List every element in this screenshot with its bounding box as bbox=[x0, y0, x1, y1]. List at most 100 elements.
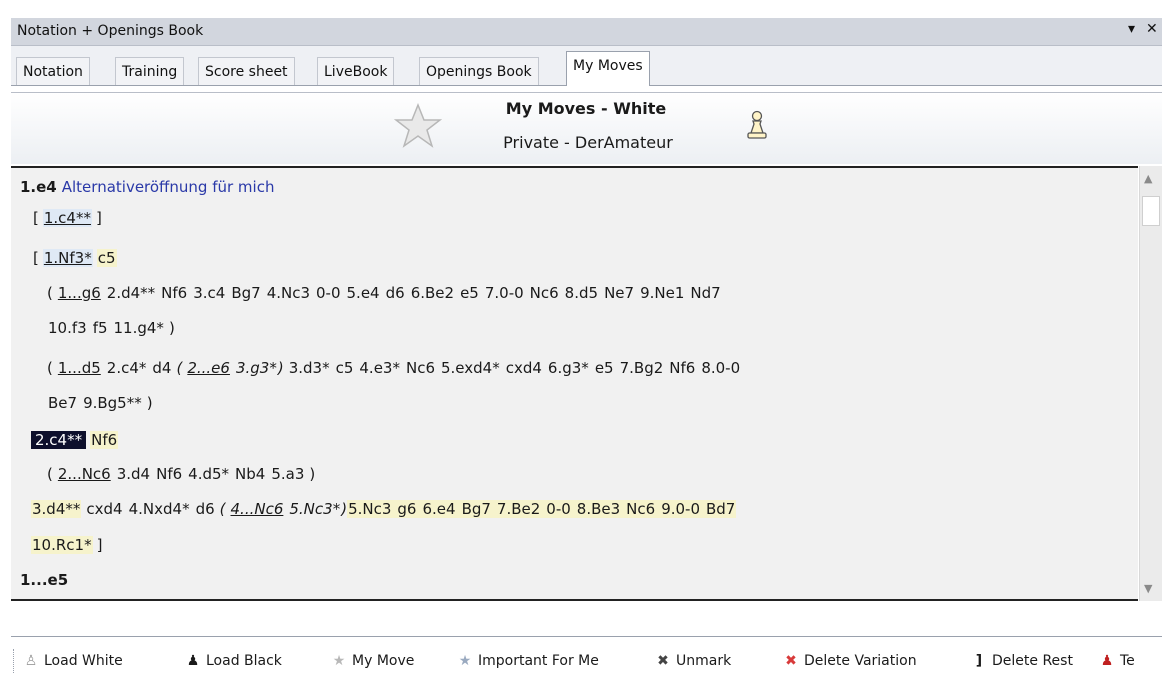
move[interactable]: 4...Nc6 bbox=[230, 500, 285, 518]
move[interactable]: 4.Nc3 bbox=[266, 284, 311, 302]
load-white-button[interactable]: ♙ Load White bbox=[23, 651, 123, 671]
move[interactable]: 3.g3* bbox=[235, 359, 278, 377]
move[interactable]: c5 bbox=[335, 359, 355, 377]
current-move[interactable]: 2.c4** bbox=[31, 431, 87, 449]
tab-openings-book[interactable]: Openings Book bbox=[419, 57, 539, 85]
move[interactable]: e5 bbox=[459, 284, 480, 302]
scroll-thumb[interactable] bbox=[1142, 196, 1160, 226]
move[interactable]: 1...d5 bbox=[57, 359, 102, 377]
move[interactable]: Nf6 bbox=[668, 359, 696, 377]
move[interactable]: Nb4 bbox=[234, 465, 266, 483]
move[interactable]: 1.Nf3* bbox=[42, 249, 93, 267]
move[interactable]: 5.a3 bbox=[270, 465, 305, 483]
button-label: Delete Variation bbox=[804, 653, 917, 669]
move[interactable]: 2...e6 bbox=[186, 359, 231, 377]
tab-notation[interactable]: Notation bbox=[16, 57, 90, 85]
move[interactable]: cxd4 bbox=[85, 500, 123, 518]
notation-scrollbar[interactable]: ▲ ▼ bbox=[1139, 166, 1162, 601]
move[interactable]: 8.0-0 bbox=[700, 359, 741, 377]
move[interactable]: 4.e3* bbox=[358, 359, 401, 377]
paren: ( bbox=[219, 500, 226, 518]
move[interactable]: 10.Rc1* bbox=[31, 536, 93, 554]
close-icon[interactable]: ✕ bbox=[1146, 21, 1158, 37]
move[interactable]: 11.g4* bbox=[113, 319, 165, 337]
important-for-me-button[interactable]: ★ Important For Me bbox=[457, 651, 599, 671]
tab-my-moves[interactable]: My Moves bbox=[566, 51, 650, 86]
move[interactable]: cxd4 bbox=[505, 359, 543, 377]
move[interactable]: 7.Be2 bbox=[496, 500, 541, 518]
toolbar-grip[interactable] bbox=[13, 649, 16, 673]
move[interactable]: Nc6 bbox=[405, 359, 436, 377]
move[interactable]: Bg7 bbox=[461, 500, 492, 518]
move[interactable]: 3.d3* bbox=[288, 359, 331, 377]
move[interactable]: 5.e4 bbox=[346, 284, 381, 302]
move[interactable]: 6.Be2 bbox=[410, 284, 455, 302]
move[interactable]: Ne7 bbox=[603, 284, 635, 302]
move[interactable]: 1...e5 bbox=[19, 571, 69, 589]
move[interactable]: 8.Be3 bbox=[576, 500, 621, 518]
move[interactable]: 10.f3 bbox=[47, 319, 88, 337]
move[interactable]: Be7 bbox=[47, 394, 78, 412]
paren: ) bbox=[277, 359, 284, 377]
tab-training[interactable]: Training bbox=[115, 57, 185, 85]
move[interactable]: Nc6 bbox=[529, 284, 560, 302]
move[interactable]: d6 bbox=[385, 284, 406, 302]
move[interactable]: 9.Ne1 bbox=[639, 284, 685, 302]
move[interactable]: 5.Nc3* bbox=[288, 500, 341, 518]
move[interactable]: 6.e4 bbox=[421, 500, 456, 518]
move[interactable]: 1.c4** bbox=[42, 209, 92, 227]
move[interactable]: 5.Nc3 bbox=[347, 500, 392, 518]
move[interactable]: e5 bbox=[594, 359, 615, 377]
move[interactable]: 7.0-0 bbox=[484, 284, 525, 302]
move[interactable]: c5 bbox=[96, 249, 117, 267]
book-subtitle: Private - DerAmateur bbox=[503, 133, 673, 152]
move[interactable]: Nf6 bbox=[155, 465, 183, 483]
move[interactable]: 3.d4 bbox=[116, 465, 151, 483]
move[interactable]: Nc6 bbox=[625, 500, 656, 518]
move[interactable]: d4 bbox=[151, 359, 172, 377]
move[interactable]: 7.Bg2 bbox=[619, 359, 665, 377]
delete-variation-button[interactable]: ✖ Delete Variation bbox=[783, 651, 917, 671]
move[interactable]: 4.Nxd4* bbox=[128, 500, 191, 518]
scroll-up-icon[interactable]: ▲ bbox=[1144, 172, 1152, 185]
move[interactable]: Bd7 bbox=[705, 500, 736, 518]
move[interactable]: 0-0 bbox=[545, 500, 572, 518]
tab-score-sheet[interactable]: Score sheet bbox=[198, 57, 295, 85]
paren: ( bbox=[176, 359, 183, 377]
my-move-button[interactable]: ★ My Move bbox=[331, 651, 415, 671]
button-label: Te bbox=[1120, 653, 1135, 669]
load-black-button[interactable]: ♟ Load Black bbox=[185, 651, 282, 671]
button-label: Load White bbox=[44, 653, 123, 669]
move[interactable]: 2.d4** bbox=[106, 284, 156, 302]
move[interactable]: Nf6 bbox=[90, 431, 119, 449]
move[interactable]: f5 bbox=[92, 319, 109, 337]
unmark-button[interactable]: ✖ Unmark bbox=[655, 651, 731, 671]
move[interactable]: 3.d4** bbox=[31, 500, 82, 518]
move[interactable]: 3.c4 bbox=[192, 284, 226, 302]
move[interactable]: 5.exd4* bbox=[440, 359, 501, 377]
move[interactable]: 2...Nc6 bbox=[57, 465, 112, 483]
button-label: Load Black bbox=[206, 653, 282, 669]
move[interactable]: Nd7 bbox=[689, 284, 721, 302]
move[interactable]: d6 bbox=[195, 500, 216, 518]
star-plus-icon: ★ bbox=[458, 653, 472, 669]
move[interactable]: 1...g6 bbox=[57, 284, 102, 302]
move[interactable]: 8.d5 bbox=[564, 284, 599, 302]
move[interactable]: 1.e4 bbox=[19, 178, 58, 196]
move[interactable]: 2.c4* bbox=[106, 359, 148, 377]
move[interactable]: 6.g3* bbox=[547, 359, 590, 377]
move[interactable]: 9.0-0 bbox=[660, 500, 701, 518]
move[interactable]: 4.d5* bbox=[187, 465, 230, 483]
delete-rest-button[interactable]: ] Delete Rest bbox=[971, 651, 1073, 671]
tab-livebook[interactable]: LiveBook bbox=[317, 57, 395, 85]
book-toolbar: ♙ Load White ♟ Load Black ★ My Move ★ Import… bbox=[11, 637, 1162, 684]
scroll-down-icon[interactable]: ▼ bbox=[1144, 582, 1152, 595]
te-button[interactable]: ♟ Te bbox=[1099, 651, 1135, 671]
move[interactable]: 9.Bg5** bbox=[82, 394, 143, 412]
star-icon[interactable] bbox=[394, 103, 442, 149]
move[interactable]: g6 bbox=[396, 500, 417, 518]
panel-menu-icon[interactable]: ▾ bbox=[1128, 21, 1135, 37]
move[interactable]: Bg7 bbox=[230, 284, 261, 302]
move[interactable]: 0-0 bbox=[315, 284, 342, 302]
move[interactable]: Nf6 bbox=[160, 284, 188, 302]
